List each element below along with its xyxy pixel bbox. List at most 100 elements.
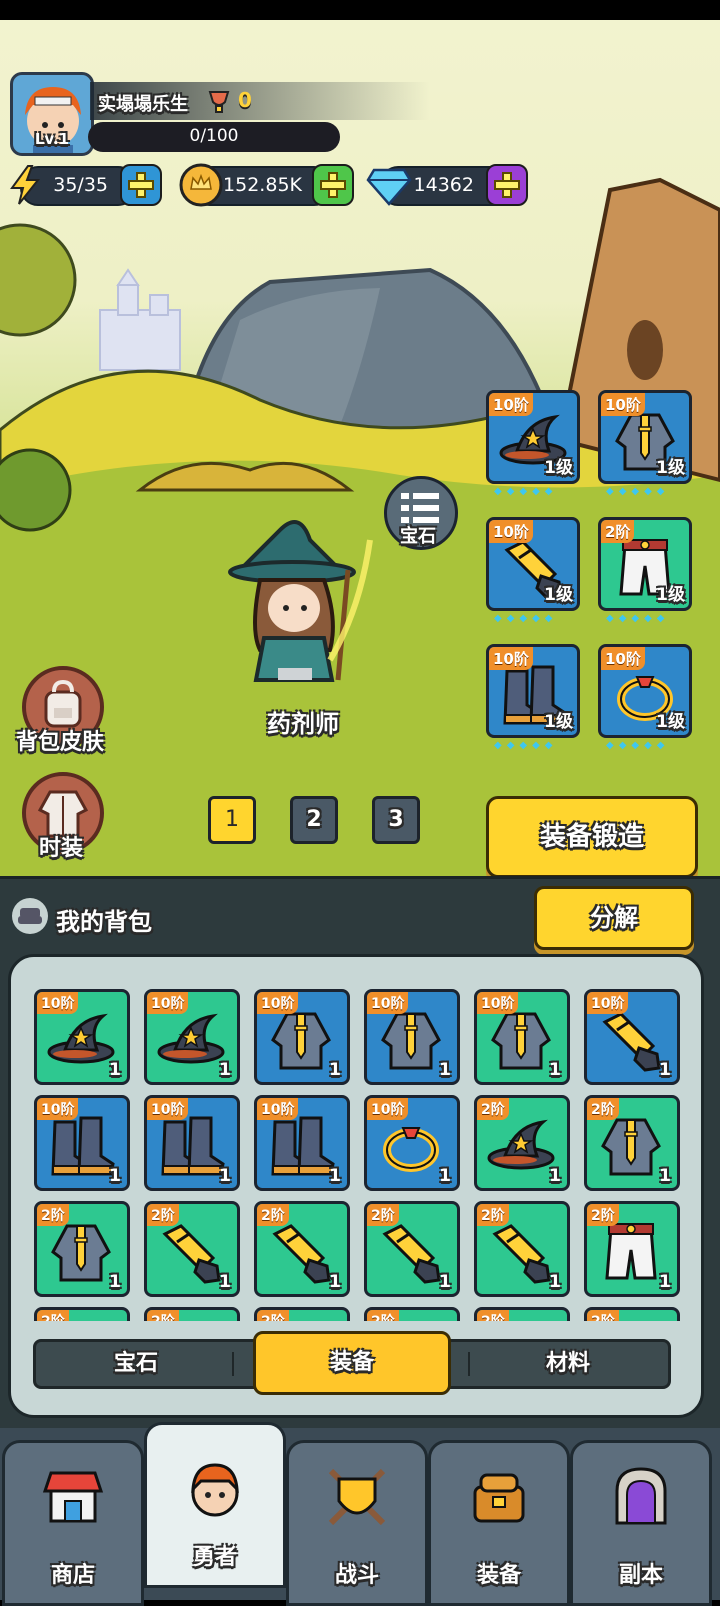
- inventory-item[interactable]: 2阶1: [364, 1307, 460, 1321]
- hero-name: 药剂师: [267, 710, 339, 738]
- tab-equipment-label: 装备: [329, 1350, 374, 1375]
- tier-badge: 2阶: [587, 1310, 619, 1321]
- tier-badge: 2阶: [587, 1204, 619, 1226]
- inventory-item[interactable]: 2阶1: [144, 1201, 240, 1297]
- equipment-slot[interactable]: 2阶 1级: [598, 517, 692, 611]
- inventory-item[interactable]: 10阶 1: [34, 989, 130, 1085]
- inventory-item[interactable]: 2阶1: [34, 1307, 130, 1321]
- gem-button-label: 宝石: [400, 526, 436, 547]
- inventory-item[interactable]: 10阶 1: [474, 989, 570, 1085]
- tab-gems[interactable]: 宝石: [36, 1342, 236, 1386]
- staff-glove-icon: [383, 1224, 441, 1284]
- tier-badge: 10阶: [37, 992, 79, 1014]
- tab-equipment[interactable]: 装备: [253, 1331, 451, 1395]
- inventory-item[interactable]: 2阶 1: [584, 1201, 680, 1297]
- trophy-icon: [208, 91, 230, 113]
- tier-badge: 2阶: [477, 1310, 509, 1321]
- inventory-item[interactable]: 10阶 1: [144, 989, 240, 1085]
- inventory-item[interactable]: 10阶 1: [254, 1095, 350, 1191]
- tier-badge: 10阶: [257, 1098, 299, 1120]
- inventory-item[interactable]: 10阶 1: [584, 989, 680, 1085]
- tier-badge: 2阶: [257, 1310, 289, 1321]
- inventory-item[interactable]: 2阶1: [144, 1307, 240, 1321]
- tier-badge: 10阶: [257, 992, 299, 1014]
- robe-icon: [601, 1118, 661, 1176]
- tab-materials[interactable]: 材料: [468, 1342, 668, 1386]
- hero-character: [228, 520, 373, 682]
- robe-icon: [491, 1012, 551, 1070]
- add-gold-button[interactable]: [312, 164, 354, 206]
- nav-label: 商店: [50, 1563, 95, 1588]
- forge-button[interactable]: 装备锻造: [486, 796, 698, 878]
- equipment-slot[interactable]: 10阶 1级: [486, 517, 580, 611]
- shop-icon: [42, 1471, 104, 1523]
- item-count: 1: [659, 1166, 671, 1186]
- hero-icon: [191, 1463, 239, 1517]
- equipment-slot[interactable]: 10阶 1级: [598, 390, 692, 484]
- gem-socket-dots: ◆◆◆◆◆: [606, 613, 670, 624]
- bottom-navigation: 商店 勇者 战斗 装备 副本: [0, 1422, 720, 1606]
- inventory-item[interactable]: 10阶 1: [144, 1095, 240, 1191]
- gem-socket-dots: ◆◆◆◆◆: [494, 486, 558, 497]
- decompose-button[interactable]: 分解: [534, 886, 694, 950]
- inventory-item[interactable]: 2阶 1: [254, 1201, 350, 1297]
- equipment-slot[interactable]: 10阶 1级: [486, 644, 580, 738]
- tier-badge: 2阶: [257, 1204, 289, 1226]
- nav-battle[interactable]: 战斗: [286, 1440, 428, 1606]
- inventory-item[interactable]: 2阶1: [474, 1095, 570, 1191]
- equipment-slot[interactable]: 10阶 1级: [486, 390, 580, 484]
- ring-icon: [375, 1112, 447, 1178]
- inventory-item[interactable]: 2阶1: [254, 1307, 350, 1321]
- item-count: 1: [109, 1060, 121, 1080]
- nav-hero[interactable]: 勇者: [144, 1422, 286, 1588]
- tier-badge: 2阶: [587, 1098, 619, 1120]
- slot-level: 1级: [544, 585, 573, 605]
- staff-glove-icon: [273, 1224, 331, 1284]
- add-energy-button[interactable]: [120, 164, 162, 206]
- inventory-grid: 10阶 1 10阶 1 10阶 1 10阶 1 10阶 1 10阶 1 10阶 1 10阶 1 10阶 1 10阶 1…: [34, 989, 684, 1321]
- inventory-item[interactable]: 10阶 1: [254, 989, 350, 1085]
- item-count: 1: [439, 1166, 451, 1186]
- energy-value: 35/35: [53, 174, 108, 196]
- boots-icon: [51, 1116, 115, 1176]
- item-count: 1: [329, 1060, 341, 1080]
- player-level: Lv.1: [34, 130, 70, 148]
- inventory-item[interactable]: 2阶1: [34, 1201, 130, 1297]
- page-button-2[interactable]: 2: [290, 796, 338, 844]
- inventory-item[interactable]: 2阶 1: [584, 1095, 680, 1191]
- inventory-frame: 10阶 1 10阶 1 10阶 1 10阶 1 10阶 1 10阶 1 10阶 1 10阶 1 10阶 1 10阶 1…: [8, 954, 704, 1418]
- gold-value: 152.85K: [223, 174, 302, 196]
- slot-level: 1级: [656, 585, 685, 605]
- nav-equipment[interactable]: 装备: [428, 1440, 570, 1606]
- nav-label: 副本: [618, 1563, 663, 1588]
- gem-socket-dots: ◆◆◆◆◆: [494, 613, 558, 624]
- fashion-label: 时装: [38, 836, 83, 861]
- gem-socket-dots: ◆◆◆◆◆: [494, 740, 558, 751]
- add-gems-button[interactable]: [486, 164, 528, 206]
- tier-badge: 10阶: [147, 1098, 189, 1120]
- page-button-3[interactable]: 3: [372, 796, 420, 844]
- inventory-item[interactable]: 2阶1: [474, 1201, 570, 1297]
- inventory-item[interactable]: 2阶 1: [364, 1201, 460, 1297]
- nav-shop[interactable]: 商店: [2, 1440, 144, 1606]
- page-button-1[interactable]: 1: [208, 796, 256, 844]
- inventory-item[interactable]: 10阶 1: [34, 1095, 130, 1191]
- item-count: 1: [659, 1272, 671, 1292]
- tier-badge: 2阶: [601, 520, 635, 543]
- robe-icon: [381, 1012, 441, 1070]
- staff-glove-icon: [163, 1224, 221, 1284]
- inventory-item[interactable]: 10阶 1: [364, 989, 460, 1085]
- staff-glove-icon: [493, 1224, 551, 1284]
- lightning-icon: [10, 165, 41, 205]
- item-count: 1: [439, 1272, 451, 1292]
- trophy-count: 0: [238, 88, 252, 112]
- item-count: 1: [549, 1272, 561, 1292]
- nav-dungeon[interactable]: 副本: [570, 1440, 712, 1606]
- inventory-item[interactable]: 10阶 1: [364, 1095, 460, 1191]
- equipment-slot[interactable]: 10阶 1级: [598, 644, 692, 738]
- tier-badge: 2阶: [367, 1204, 399, 1226]
- xp-text: 0/100: [189, 126, 239, 146]
- inventory-item[interactable]: 2阶1: [584, 1307, 680, 1321]
- inventory-item[interactable]: 2阶1: [474, 1307, 570, 1321]
- item-count: 1: [329, 1272, 341, 1292]
